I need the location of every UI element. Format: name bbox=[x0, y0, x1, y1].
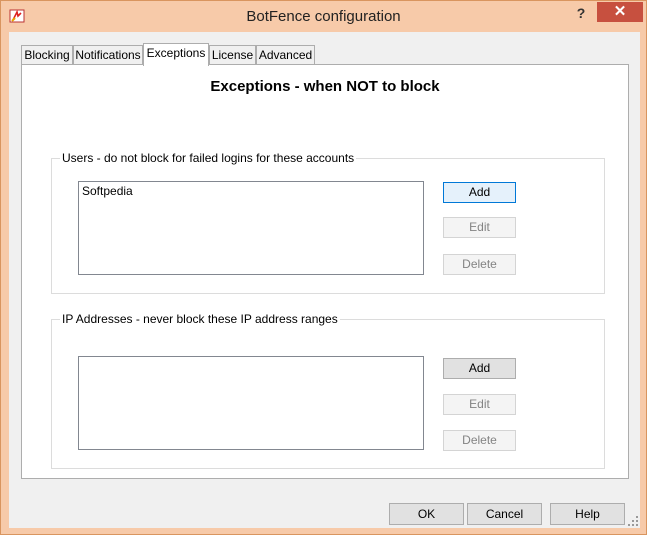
ok-button[interactable]: OK bbox=[389, 503, 464, 525]
users-group-label: Users - do not block for failed logins f… bbox=[60, 151, 357, 165]
tab-advanced[interactable]: Advanced bbox=[256, 45, 315, 65]
users-delete-button[interactable]: Delete bbox=[443, 254, 516, 275]
ip-groupbox: IP Addresses - never block these IP addr… bbox=[51, 312, 605, 469]
tab-notifications[interactable]: Notifications bbox=[73, 45, 143, 65]
tab-exceptions[interactable]: Exceptions bbox=[143, 43, 209, 66]
title-bar[interactable]: BotFence configuration ? ✕ bbox=[1, 1, 646, 32]
help-button[interactable]: Help bbox=[550, 503, 625, 525]
tab-blocking[interactable]: Blocking bbox=[21, 45, 73, 65]
ip-delete-button[interactable]: Delete bbox=[443, 430, 516, 451]
help-icon[interactable]: ? bbox=[573, 5, 589, 25]
users-edit-button[interactable]: Edit bbox=[443, 217, 516, 238]
users-groupbox: Users - do not block for failed logins f… bbox=[51, 151, 605, 294]
users-listbox[interactable]: Softpedia bbox=[78, 181, 424, 275]
window-title: BotFence configuration bbox=[246, 8, 401, 25]
ip-add-button[interactable]: Add bbox=[443, 358, 516, 379]
exceptions-panel: Exceptions - when NOT to block Users - d… bbox=[21, 64, 629, 479]
ip-group-label: IP Addresses - never block these IP addr… bbox=[60, 312, 340, 326]
close-button[interactable]: ✕ bbox=[597, 2, 643, 22]
dialog-client-area: Blocking Notifications Exceptions Licens… bbox=[9, 32, 640, 528]
users-add-button[interactable]: Add bbox=[443, 182, 516, 203]
ip-listbox[interactable] bbox=[78, 356, 424, 450]
dialog-window: BotFence configuration ? ✕ Blocking Noti… bbox=[0, 0, 647, 535]
panel-heading: Exceptions - when NOT to block bbox=[210, 78, 440, 95]
cancel-button[interactable]: Cancel bbox=[467, 503, 542, 525]
list-item[interactable]: Softpedia bbox=[82, 184, 420, 198]
tab-license[interactable]: License bbox=[209, 45, 256, 65]
ip-edit-button[interactable]: Edit bbox=[443, 394, 516, 415]
resize-grip-icon[interactable] bbox=[628, 516, 638, 526]
